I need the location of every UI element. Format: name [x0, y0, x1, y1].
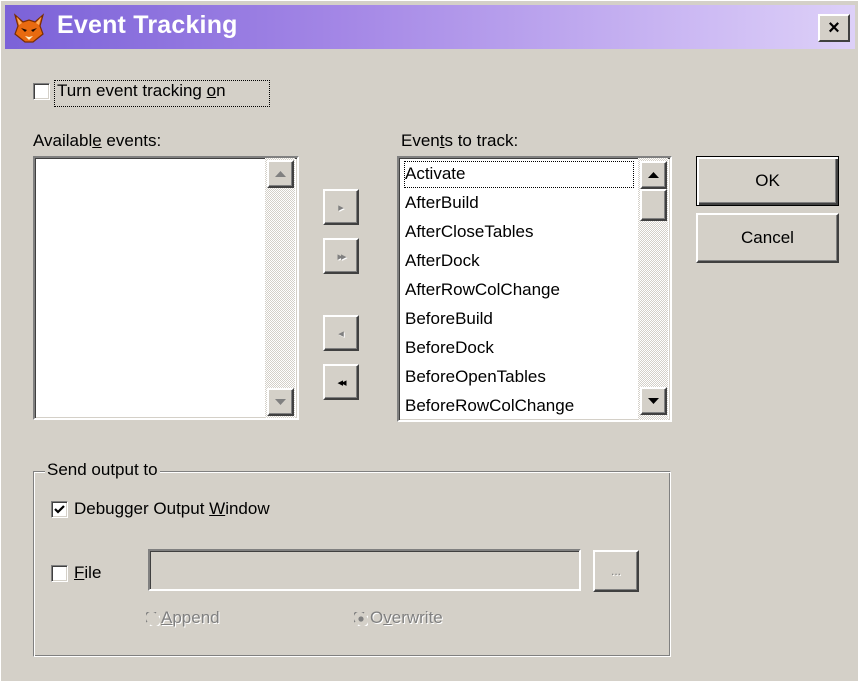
list-item[interactable]: AfterDock	[403, 247, 635, 276]
close-button[interactable]: ×	[818, 14, 850, 42]
list-item[interactable]: AfterRowColChange	[403, 276, 635, 305]
track-scroll-thumb[interactable]	[640, 189, 667, 221]
event-tracking-dialog: Event Tracking × Turn event tracking on …	[0, 0, 858, 681]
track-scroll-up-button[interactable]	[640, 161, 667, 189]
arrow-down-icon	[648, 397, 659, 404]
available-scroll-down-button[interactable]	[267, 388, 294, 416]
overwrite-radio[interactable]	[354, 612, 368, 626]
overwrite-label[interactable]: Overwrite	[370, 608, 443, 628]
debugger-output-label[interactable]: Debugger Output Window	[74, 499, 270, 519]
list-item[interactable]: AfterBuild	[403, 189, 635, 218]
events-to-track-list[interactable]: Activate AfterBuild AfterCloseTables AfterD…	[397, 156, 672, 422]
tracking-checkbox[interactable]	[33, 83, 50, 100]
cancel-button[interactable]: Cancel	[696, 213, 839, 263]
title-bar[interactable]: Event Tracking ×	[5, 5, 855, 49]
available-scrollbar[interactable]	[265, 158, 295, 418]
append-radio[interactable]	[146, 612, 160, 626]
debugger-output-checkbox[interactable]	[51, 501, 68, 518]
fox-icon	[13, 13, 45, 43]
list-item[interactable]: Activate	[403, 160, 635, 189]
close-icon: ×	[828, 17, 840, 39]
ok-button[interactable]: OK	[696, 156, 839, 206]
checkmark-icon	[54, 505, 65, 514]
remove-one-button[interactable]: ◂	[323, 315, 359, 351]
remove-all-button[interactable]: ◂◂	[323, 364, 359, 400]
arrow-up-icon	[275, 170, 286, 177]
available-scroll-up-button[interactable]	[267, 160, 294, 188]
list-item[interactable]: BeforeDock	[403, 334, 635, 363]
arrow-down-icon	[275, 398, 286, 405]
add-all-button[interactable]: ▸▸	[323, 238, 359, 274]
tracking-checkbox-label[interactable]: Turn event tracking on	[57, 81, 226, 101]
events-to-track-label: Events to track:	[401, 131, 519, 150]
list-item[interactable]: BeforeRowColChange	[403, 392, 635, 420]
file-path-input[interactable]	[148, 549, 581, 591]
list-item[interactable]: AfterCloseTables	[403, 218, 635, 247]
file-label[interactable]: File	[74, 563, 101, 583]
file-checkbox[interactable]	[51, 565, 68, 582]
append-label[interactable]: Append	[161, 608, 220, 628]
list-item[interactable]: BeforeBuild	[403, 305, 635, 334]
send-output-group-title: Send output to	[45, 460, 160, 480]
window-title: Event Tracking	[57, 11, 238, 39]
arrow-up-icon	[648, 171, 659, 178]
available-events-label: Available events:	[33, 131, 162, 150]
available-events-list[interactable]	[33, 156, 299, 420]
browse-button[interactable]: ...	[593, 550, 639, 592]
add-one-button[interactable]: ▸	[323, 189, 359, 225]
list-item[interactable]: BeforeOpenTables	[403, 363, 635, 392]
track-scroll-down-button[interactable]	[640, 387, 667, 415]
